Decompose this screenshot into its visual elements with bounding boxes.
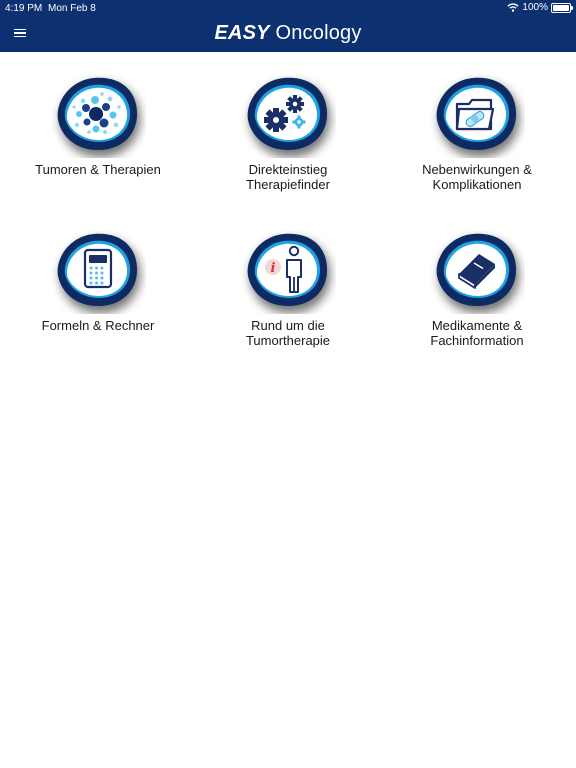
status-indicators: 100% <box>507 2 573 13</box>
tile-medikamente-fachinformation[interactable]: Medikamente & Fachinformation <box>392 230 562 348</box>
app-title: EASY Oncology <box>0 22 576 45</box>
tile-label: Tumoren & Therapien <box>35 162 161 177</box>
app-title-easy: EASY <box>214 22 270 44</box>
gears-icon <box>247 77 331 157</box>
status-time: 4:19 PM <box>5 3 43 14</box>
tile-label: Rund um die Tumortherapie <box>245 318 331 348</box>
tile-direkteinstieg-therapiefinder[interactable]: Direkteinstieg Therapiefinder <box>203 74 373 192</box>
status-date: Mon Feb 8 <box>48 3 96 14</box>
tile-label: Direkteinstieg Therapiefinder <box>246 162 330 192</box>
wifi-icon <box>507 3 519 12</box>
cells-icon <box>57 77 141 157</box>
person-info-icon: i <box>247 233 331 313</box>
svg-text:i: i <box>271 261 276 276</box>
tile-nebenwirkungen-komplikationen[interactable]: Nebenwirkungen & Komplikationen <box>392 74 562 192</box>
tile-label: Medikamente & Fachinformation <box>430 318 524 348</box>
app-title-oncology: Oncology <box>275 22 362 44</box>
app-header: 4:19 PM Mon Feb 8 100% EASY Oncology <box>0 0 576 52</box>
tile-formeln-rechner[interactable]: Formeln & Rechner <box>13 230 183 333</box>
tile-label: Nebenwirkungen & Komplikationen <box>422 162 532 192</box>
book-icon <box>436 233 520 313</box>
tile-label: Formeln & Rechner <box>41 318 155 333</box>
battery-icon <box>551 2 573 13</box>
folder-bandage-icon <box>436 77 520 157</box>
tile-tumoren-therapien[interactable]: Tumoren & Therapien <box>13 74 183 177</box>
calculator-icon <box>57 233 141 313</box>
tile-rund-um-die-tumortherapie[interactable]: i Rund um die Tumortherapie <box>203 230 373 348</box>
battery-percent: 100% <box>522 2 548 13</box>
